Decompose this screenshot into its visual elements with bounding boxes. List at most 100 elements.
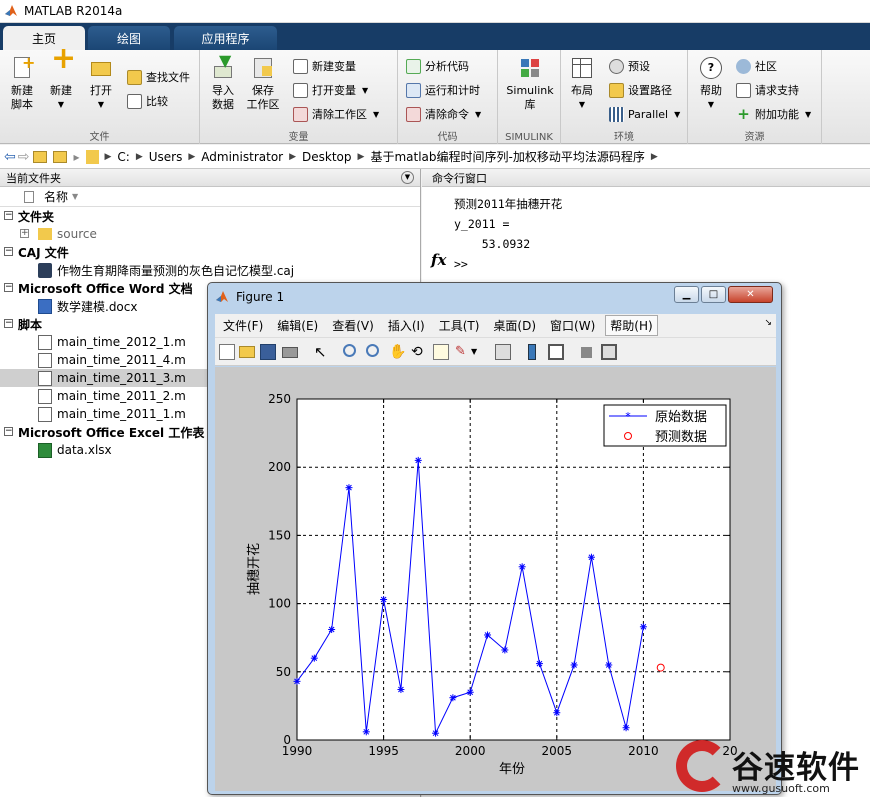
up-folder-icon[interactable]	[33, 150, 48, 163]
compare-button[interactable]: 比较	[127, 91, 168, 111]
name-column-label: 名称	[44, 190, 69, 204]
menu-edit[interactable]: 编辑(E)	[277, 317, 318, 334]
addons-button[interactable]: + 附加功能 ▼	[736, 104, 811, 124]
menu-tools[interactable]: 工具(T)	[439, 317, 480, 334]
menu-file[interactable]: 文件(F)	[223, 317, 263, 334]
link-plot-icon[interactable]	[495, 344, 511, 360]
menu-help[interactable]: 帮助(H)	[605, 315, 658, 336]
function-browser-icon[interactable]: fx	[431, 251, 446, 269]
brush-dropdown-icon[interactable]: ▼	[471, 344, 487, 360]
panel-menu-icon[interactable]: ▼	[401, 171, 414, 184]
browse-folder-icon[interactable]	[53, 150, 68, 163]
expand-icon[interactable]: +	[20, 229, 29, 238]
command-prompt[interactable]: >>	[454, 254, 562, 274]
group-folders[interactable]: − 文件夹	[0, 207, 420, 225]
find-files-button[interactable]: 查找文件	[127, 67, 190, 87]
section-file: + 新建 脚本 + 新建 ▼ 打开 ▼ 查找文件 比较 文件	[0, 44, 200, 144]
name-column-header[interactable]: 名称 ▼	[0, 187, 420, 207]
menu-desktop[interactable]: 桌面(D)	[493, 317, 536, 334]
community-button[interactable]: 社区	[736, 56, 777, 76]
save-icon[interactable]	[260, 344, 276, 360]
menu-window[interactable]: 窗口(W)	[550, 317, 595, 334]
show-plot-tools-icon[interactable]	[601, 344, 617, 360]
data-cursor-icon[interactable]	[433, 344, 449, 360]
clear-commands-label: 清除命令	[425, 108, 469, 121]
request-support-button[interactable]: 请求支持	[736, 80, 799, 100]
clear-workspace-button[interactable]: 清除工作区 ▼	[293, 104, 379, 124]
collapse-icon[interactable]: −	[4, 247, 13, 256]
path-segment[interactable]: Users	[149, 150, 183, 164]
window-title: MATLAB R2014a	[24, 4, 123, 18]
y-tick-label: 200	[268, 460, 291, 474]
parallel-button[interactable]: Parallel ▼	[609, 104, 680, 124]
path-segment[interactable]: Administrator	[201, 150, 283, 164]
open-variable-dropdown-icon: ▼	[362, 85, 369, 95]
parallel-label: Parallel	[628, 107, 669, 121]
collapse-icon[interactable]: −	[4, 319, 13, 328]
minimize-button[interactable]: ▁	[674, 286, 699, 303]
tab-apps[interactable]: 应用程序	[174, 26, 277, 50]
new-variable-button[interactable]: 新建变量	[293, 56, 356, 76]
open-file-icon[interactable]	[239, 346, 255, 358]
menu-insert[interactable]: 插入(I)	[388, 317, 425, 334]
maximize-button[interactable]: □	[701, 286, 726, 303]
menu-view[interactable]: 查看(V)	[332, 317, 374, 334]
x-tick-label: 2005	[542, 744, 573, 758]
new-figure-icon[interactable]	[219, 344, 235, 360]
analyze-code-button[interactable]: 分析代码	[406, 56, 469, 76]
zoom-in-icon[interactable]	[343, 344, 356, 357]
collapse-icon[interactable]: −	[4, 211, 13, 220]
list-item[interactable]: + source	[0, 225, 420, 243]
set-path-button[interactable]: 设置路径	[609, 80, 672, 100]
list-item[interactable]: 作物生育期降雨量预测的灰色自记忆模型.caj	[0, 261, 420, 279]
colorbar-icon[interactable]	[528, 344, 536, 360]
layout-label: 布局	[571, 84, 593, 97]
clear-commands-button[interactable]: 清除命令 ▼	[406, 104, 481, 124]
y-tick-label: 50	[276, 665, 291, 679]
print-icon[interactable]	[282, 347, 298, 358]
new-script-button[interactable]: + 新建 脚本	[5, 55, 39, 112]
path-segment[interactable]: 基于matlab编程时间序列-加权移动平均法源码程序	[370, 148, 644, 165]
dock-arrow-icon[interactable]: ↘	[764, 318, 772, 328]
layout-button[interactable]: 布局 ▼	[565, 56, 599, 112]
close-button[interactable]: ✕	[728, 286, 773, 303]
open-button[interactable]: 打开 ▼	[84, 56, 118, 112]
import-data-button[interactable]: ▼ 导入 数据	[206, 53, 240, 112]
rotate-3d-icon[interactable]: ⟲	[411, 344, 427, 360]
forward-arrow-icon[interactable]: ⇨	[18, 149, 30, 165]
help-button[interactable]: ? 帮助 ▼	[694, 56, 728, 112]
find-files-label: 查找文件	[146, 71, 190, 84]
analyze-code-label: 分析代码	[425, 60, 469, 73]
help-icon: ?	[699, 56, 723, 80]
pointer-icon[interactable]: ↖	[314, 344, 330, 360]
addons-label: 附加功能	[755, 108, 799, 121]
save-workspace-label: 保存 工作区	[246, 84, 280, 111]
legend-icon[interactable]	[548, 344, 564, 360]
data-point-star	[310, 654, 318, 662]
zoom-out-icon[interactable]	[366, 344, 379, 357]
new-button[interactable]: + 新建 ▼	[44, 44, 78, 112]
save-workspace-button[interactable]: 保存 工作区	[246, 56, 280, 112]
watermark-url: www.gusuoft.com	[732, 782, 830, 795]
back-arrow-icon[interactable]: ⇦	[4, 149, 16, 165]
group-caj[interactable]: − CAJ 文件	[0, 243, 420, 261]
run-and-time-button[interactable]: 运行和计时	[406, 80, 480, 100]
path-segment[interactable]: Desktop	[302, 150, 352, 164]
open-variable-button[interactable]: 打开变量 ▼	[293, 80, 368, 100]
brush-icon[interactable]: ✎	[455, 344, 471, 360]
data-point-star	[570, 661, 578, 669]
tab-plots[interactable]: 绘图	[88, 26, 170, 50]
section-code: 分析代码 运行和计时 清除命令 ▼ 代码	[398, 50, 498, 144]
data-point-star	[484, 631, 492, 639]
legend[interactable]: * 原始数据 预测数据	[603, 404, 727, 447]
pan-hand-icon[interactable]: ✋	[389, 344, 406, 360]
data-point-star	[535, 660, 543, 668]
y-tick-label: 250	[268, 392, 291, 406]
path-segment[interactable]: C:	[117, 150, 129, 164]
preferences-button[interactable]: 预设	[609, 56, 650, 76]
simulink-library-button[interactable]: Simulink 库	[504, 56, 556, 112]
hide-plot-tools-icon[interactable]	[581, 347, 592, 358]
collapse-icon[interactable]: −	[4, 283, 13, 292]
new-variable-label: 新建变量	[312, 60, 356, 73]
collapse-icon[interactable]: −	[4, 427, 13, 436]
